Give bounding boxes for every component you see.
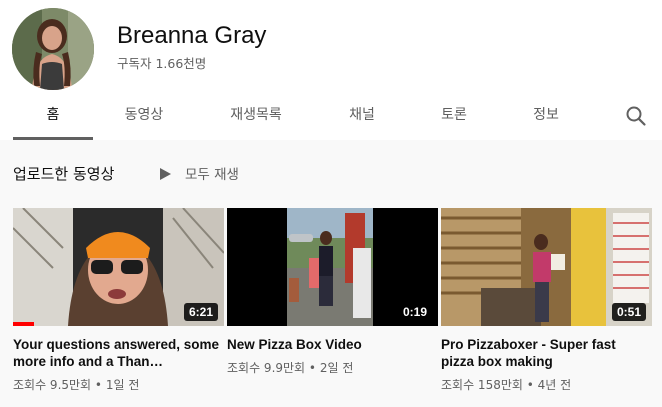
- tab-discussion[interactable]: 토론: [414, 95, 494, 140]
- video-title[interactable]: Pro Pizzaboxer - Super fast pizza box ma…: [441, 336, 652, 370]
- channel-header: Breanna Gray 구독자 1.66천명 홈 동영상 재생목록 채널 토론…: [0, 0, 662, 140]
- upload-age: 2일 전: [319, 361, 354, 375]
- video-duration: 0:19: [397, 303, 432, 321]
- view-count: 조회수 9.5만회: [13, 378, 92, 392]
- view-count: 조회수 9.9만회: [227, 361, 306, 375]
- video-meta: 조회수 9.5만회 • 1일 전: [13, 378, 140, 392]
- tab-playlists[interactable]: 재생목록: [216, 95, 296, 140]
- play-all-button[interactable]: 모두 재생: [158, 160, 239, 186]
- video-duration: 0:51: [611, 303, 646, 321]
- play-all-label: 모두 재생: [185, 167, 239, 183]
- upload-age: 1일 전: [105, 378, 140, 392]
- video-card[interactable]: 6:21 Your questions answered, some more …: [13, 208, 224, 393]
- play-icon: [158, 166, 172, 180]
- channel-tabs: 홈 동영상 재생목록 채널 토론 정보: [0, 95, 662, 140]
- tab-videos[interactable]: 동영상: [104, 95, 184, 140]
- view-count: 조회수 158만회: [441, 378, 523, 392]
- video-thumbnail[interactable]: 0:51: [441, 208, 652, 326]
- section-title: 업로드한 동영상: [13, 165, 115, 183]
- video-meta: 조회수 158만회 • 4년 전: [441, 378, 572, 392]
- video-thumbnail[interactable]: 6:21: [13, 208, 224, 326]
- watch-progress-bar: [13, 322, 35, 326]
- tab-home[interactable]: 홈: [13, 95, 93, 140]
- search-icon[interactable]: [624, 104, 648, 128]
- video-title[interactable]: New Pizza Box Video: [227, 336, 438, 353]
- tab-channels[interactable]: 채널: [322, 95, 402, 140]
- channel-name: Breanna Gray: [117, 22, 267, 49]
- video-thumbnail[interactable]: 0:19: [227, 208, 438, 326]
- video-card[interactable]: 0:51 Pro Pizzaboxer - Super fast pizza b…: [441, 208, 652, 393]
- subscriber-count: 구독자 1.66천명: [117, 56, 207, 71]
- channel-avatar[interactable]: [12, 8, 94, 90]
- video-title[interactable]: Your questions answered, some more info …: [13, 336, 224, 370]
- video-meta: 조회수 9.9만회 • 2일 전: [227, 361, 354, 375]
- video-duration: 6:21: [183, 303, 218, 321]
- upload-age: 4년 전: [537, 378, 572, 392]
- tab-about[interactable]: 정보: [506, 95, 586, 140]
- video-card[interactable]: 0:19 New Pizza Box Video 조회수 9.9만회 • 2일 …: [227, 208, 438, 376]
